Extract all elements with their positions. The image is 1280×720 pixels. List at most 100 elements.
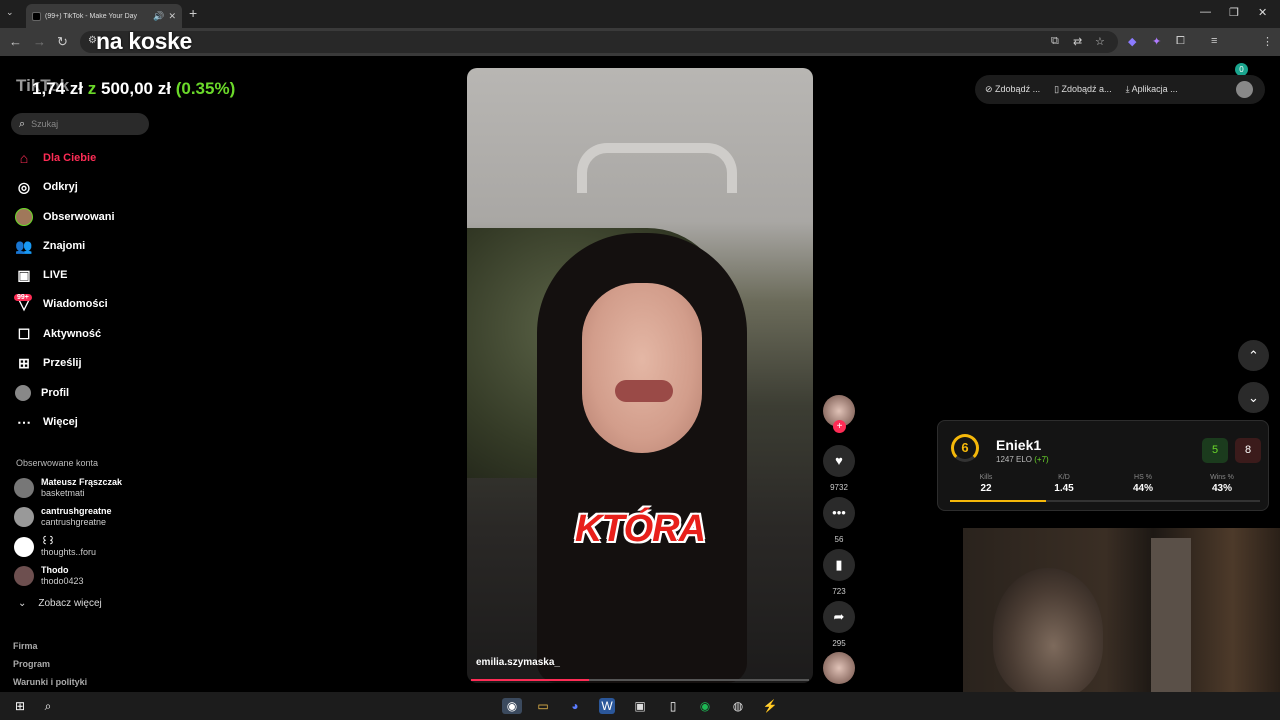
video-subject-face — [582, 283, 702, 453]
address-bar[interactable]: ⚙ — [80, 31, 1118, 53]
followed-account[interactable]: Thodo thodo0423 — [14, 564, 84, 588]
close-window-icon[interactable]: ✕ — [1258, 6, 1267, 19]
get-app-label: Zdobądź a... — [1061, 84, 1112, 94]
windows-start-icon[interactable]: ⊞ — [12, 698, 28, 714]
forward-icon[interactable]: → — [33, 34, 46, 49]
bookmark-star-icon[interactable]: ☆ — [1095, 35, 1105, 48]
followed-account[interactable]: cantrushgreatne cantrushgreatne — [14, 505, 112, 529]
webcam-streamer — [993, 568, 1103, 692]
close-tab-icon[interactable]: ✕ — [168, 11, 176, 22]
stat-underline-track — [1046, 500, 1260, 502]
footer-link[interactable]: Program — [13, 659, 50, 669]
like-action[interactable]: ♥ 9732 — [823, 445, 855, 492]
messages-badge: 99+ — [14, 294, 32, 301]
faceit-losses: 8 — [1235, 438, 1261, 463]
nav-profile[interactable]: Profil — [15, 383, 69, 403]
tab-title: (99+) TikTok - Make Your Day — [45, 12, 138, 20]
creator-avatar[interactable]: + — [823, 395, 855, 433]
share-action[interactable]: ➦ 295 — [823, 601, 855, 648]
user-avatar[interactable] — [1236, 81, 1253, 98]
share-count: 295 — [832, 639, 846, 648]
nav-label: Odkryj — [43, 181, 78, 193]
car-handle — [577, 143, 737, 193]
account-name: ꒰꒱ — [41, 536, 56, 546]
comment-action[interactable]: ••• 56 — [823, 497, 855, 544]
coins-button[interactable]: ⊘ Zdobądź ... — [985, 84, 1040, 95]
get-app-button[interactable]: ▯ Zdobądź a... — [1054, 84, 1112, 95]
account-handle: basketmati — [41, 488, 85, 498]
activity-icon: ☐ — [17, 325, 31, 342]
chevron-down-icon: ⌄ — [18, 598, 27, 609]
stream-overlay-title: na koske — [96, 28, 193, 54]
account-handle: thodo0423 — [41, 576, 84, 586]
discord-icon[interactable]: ◕ — [567, 698, 583, 714]
next-video-button[interactable]: ⌄ — [1238, 382, 1269, 413]
extensions-puzzle-icon[interactable]: ⧠ — [1176, 35, 1185, 48]
cast-icon[interactable]: ⧉ — [1051, 35, 1059, 48]
followed-account[interactable]: ꒰꒱ thoughts..foru — [14, 535, 96, 559]
followed-heading: Obserwowane konta — [16, 458, 99, 468]
nav-upload[interactable]: ⊞ Prześlij — [15, 353, 81, 373]
share-icon[interactable]: ➦ — [823, 601, 855, 633]
reload-icon[interactable]: ↻ — [57, 34, 68, 50]
follow-plus-icon[interactable]: + — [833, 420, 846, 433]
comment-count: 56 — [834, 535, 844, 544]
speaker-icon[interactable]: 🔊 — [153, 11, 164, 22]
restore-icon[interactable]: ❐ — [1229, 6, 1239, 19]
chrome-menu-icon[interactable]: ⋮ — [1262, 35, 1273, 48]
back-icon[interactable]: ← — [9, 34, 22, 49]
nav-label: Profil — [41, 387, 70, 399]
chrome-icon[interactable]: ◉ — [502, 698, 522, 714]
bookmark-icon[interactable]: ▮ — [823, 549, 855, 581]
nav-for-you[interactable]: ⌂ Dla Ciebie — [15, 148, 96, 168]
desktop-app-button[interactable]: ⤓ Aplikacja ... — [1126, 84, 1178, 95]
search-placeholder: Szukaj — [31, 119, 59, 129]
followed-account[interactable]: Mateusz Frąszczak basketmati — [14, 476, 122, 500]
footer-link[interactable]: Warunki i polityki — [13, 677, 87, 687]
previous-video-button[interactable]: ⌃ — [1238, 340, 1269, 371]
notepad-icon[interactable]: ▯ — [665, 698, 681, 714]
nav-following[interactable]: Obserwowani — [15, 207, 115, 227]
nav-friends[interactable]: 👥 Znajomi — [15, 236, 85, 256]
reading-list-icon[interactable]: ≡ — [1211, 35, 1217, 47]
search-icon: ⌕ — [19, 117, 26, 130]
video-player[interactable]: KTÓRA emilia.szymaska_ — [467, 68, 813, 683]
video-progress-bar[interactable] — [471, 679, 809, 681]
nav-activity[interactable]: ☐ Aktywność — [15, 324, 101, 344]
comment-icon[interactable]: ••• — [823, 497, 855, 529]
nav-explore[interactable]: ◎ Odkryj — [15, 177, 78, 197]
pinned-app-icon[interactable]: ⚡ — [762, 698, 778, 714]
see-more-link[interactable]: ⌄ Zobacz więcej — [18, 598, 102, 609]
video-progress-fill — [471, 679, 590, 681]
stat-underline — [950, 500, 1046, 502]
obs-icon[interactable]: ◍ — [730, 698, 746, 714]
friends-icon: 👥 — [15, 237, 33, 254]
file-explorer-icon[interactable]: ▭ — [535, 698, 551, 714]
new-tab-button[interactable]: + — [189, 5, 197, 21]
sound-disc-avatar[interactable] — [823, 652, 855, 684]
footer-link[interactable]: Firma — [13, 641, 38, 651]
save-action[interactable]: ▮ 723 — [823, 549, 855, 596]
tab-tiktok[interactable]: (99+) TikTok - Make Your Day 🔊 ✕ — [26, 4, 182, 28]
account-name: cantrushgreatne — [41, 506, 112, 516]
video-username[interactable]: emilia.szymaska_ — [476, 657, 560, 668]
following-avatar-icon — [15, 208, 33, 226]
tab-search-icon[interactable]: ⌄ — [6, 7, 14, 18]
heart-icon[interactable]: ♥ — [823, 445, 855, 477]
nav-live[interactable]: ▣ LIVE — [15, 265, 67, 285]
search-input[interactable]: ⌕ Szukaj — [11, 113, 149, 135]
webcam-background — [1151, 538, 1191, 692]
minimize-icon[interactable]: — — [1200, 6, 1211, 18]
translate-icon[interactable]: ⇄ — [1073, 35, 1082, 48]
balance-mid: z — [87, 79, 97, 98]
taskbar-search-icon[interactable]: ⌕ — [40, 698, 56, 714]
app-icon[interactable]: ▣ — [632, 698, 648, 714]
extension-icon[interactable]: ◆ — [1128, 35, 1136, 48]
avatar — [14, 537, 34, 557]
see-more-label: Zobacz więcej — [38, 598, 102, 609]
word-icon[interactable]: W — [599, 698, 615, 714]
browser-tabstrip: ⌄ (99+) TikTok - Make Your Day 🔊 ✕ + — ❐… — [0, 0, 1280, 28]
extension2-icon[interactable]: ✦ — [1152, 35, 1161, 48]
nav-more[interactable]: ⋯ Więcej — [15, 412, 78, 432]
spotify-icon[interactable]: ◉ — [697, 698, 713, 714]
